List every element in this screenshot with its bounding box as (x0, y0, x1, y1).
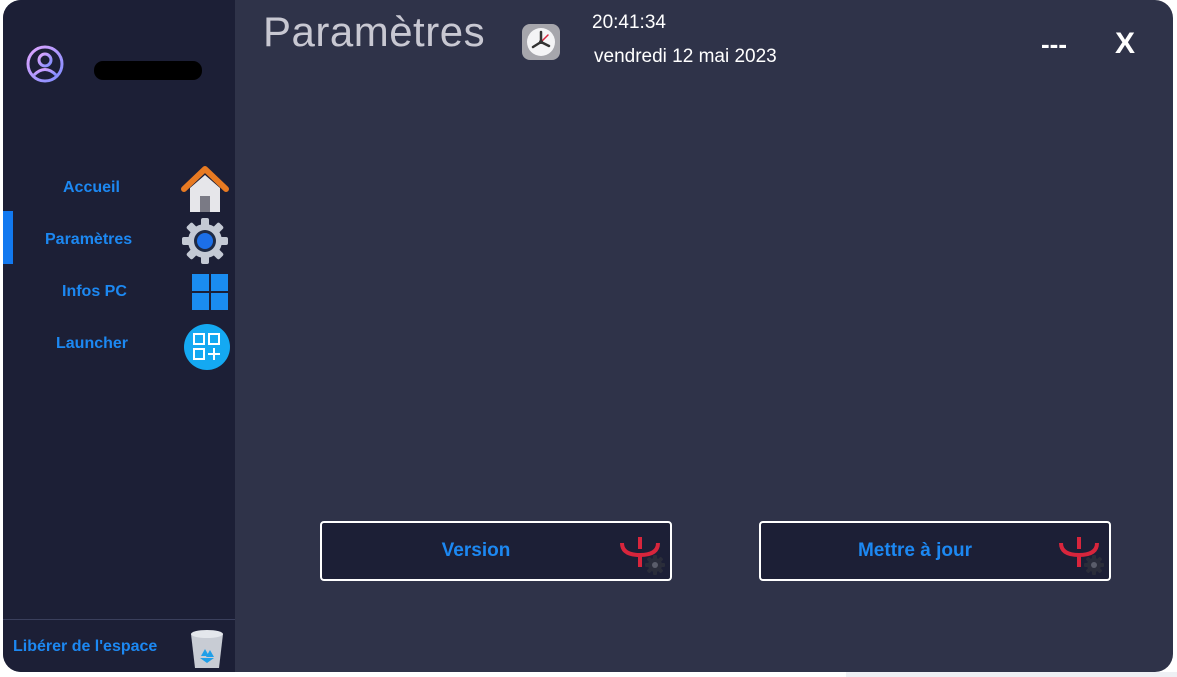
app-window: Accueil Paramètres Infos PC Launcher Lib… (3, 0, 1173, 672)
version-button[interactable]: Version (320, 521, 672, 581)
user-avatar-icon[interactable] (25, 44, 65, 84)
page-title: Paramètres (263, 8, 486, 55)
windows-icon (192, 274, 228, 310)
update-label: Mettre à jour (857, 540, 973, 561)
sidebar: Accueil Paramètres Infos PC Launcher Lib… (3, 0, 235, 672)
clock-icon (522, 24, 560, 60)
home-icon (181, 166, 229, 212)
time-display: 20:41:34 (592, 12, 666, 33)
sidebar-item-accueil[interactable]: Accueil (3, 162, 235, 214)
background-shade (846, 672, 1177, 677)
free-space-label: Libérer de l'espace (13, 638, 158, 655)
gear-icon (182, 218, 228, 264)
apps-add-icon (184, 324, 230, 370)
sidebar-item-label: Infos PC (62, 283, 127, 300)
update-gear-icon (620, 537, 665, 575)
sidebar-item-launcher[interactable]: Launcher (3, 318, 235, 370)
minimize-button[interactable]: --- (1029, 24, 1079, 64)
update-gear-icon (1059, 537, 1104, 575)
sidebar-item-infos-pc[interactable]: Infos PC (3, 266, 235, 318)
close-button[interactable]: X (1103, 24, 1147, 64)
sidebar-item-label: Accueil (63, 179, 120, 196)
version-label: Version (441, 540, 511, 561)
sidebar-item-parametres[interactable]: Paramètres (3, 214, 235, 266)
sidebar-item-label: Launcher (56, 335, 129, 352)
username-redacted (94, 61, 202, 80)
update-button[interactable]: Mettre à jour (759, 521, 1111, 581)
free-space-button[interactable]: Libérer de l'espace (3, 619, 235, 672)
sidebar-item-label: Paramètres (45, 231, 133, 248)
recycle-bin-icon (191, 630, 223, 668)
date-display: vendredi 12 mai 2023 (594, 46, 777, 67)
